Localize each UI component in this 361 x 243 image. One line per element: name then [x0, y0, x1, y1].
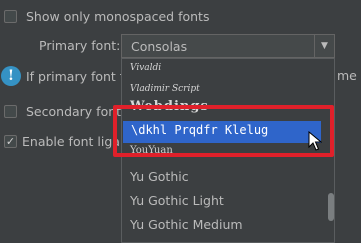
primary-font-label: Primary font: — [39, 38, 121, 53]
info-label: If primary font fa — [26, 68, 132, 84]
secondary-font-row: Secondary font: — [4, 104, 125, 119]
list-item[interactable]: Yu Gothic Light — [130, 193, 224, 208]
list-item[interactable]: Yu Gothic — [130, 169, 189, 184]
info-suffix: me — [337, 68, 357, 83]
primary-font-value: Consolas — [131, 38, 188, 54]
monospaced-row[interactable]: Show only monospaced fonts — [4, 9, 209, 24]
secondary-font-checkbox[interactable] — [4, 105, 17, 118]
scrollbar-thumb[interactable] — [328, 193, 334, 221]
primary-font-combobox[interactable]: Consolas ▼ — [121, 34, 335, 58]
ligatures-label: Enable font liga — [22, 134, 120, 149]
ligatures-checkbox[interactable]: ✓ — [4, 135, 17, 148]
monospaced-label: Show only monospaced fonts — [26, 9, 210, 24]
secondary-font-label: Secondary font: — [26, 104, 126, 119]
list-item[interactable]: Vladimir Script — [130, 84, 200, 94]
highlight-box — [113, 105, 334, 157]
info-icon: ! — [1, 66, 21, 86]
info-row: ! If primary font fa — [1, 66, 132, 86]
mouse-cursor-icon — [308, 131, 322, 151]
chevron-down-icon[interactable]: ▼ — [314, 35, 334, 57]
info-suffix-row: me — [337, 68, 357, 83]
ligatures-row[interactable]: ✓ Enable font liga — [4, 134, 120, 149]
list-item[interactable]: Vivaldi — [130, 63, 161, 73]
list-item[interactable]: Yu Gothic Medium — [130, 217, 243, 232]
primary-font-row: Primary font: — [39, 38, 120, 53]
monospaced-checkbox[interactable] — [4, 10, 17, 23]
